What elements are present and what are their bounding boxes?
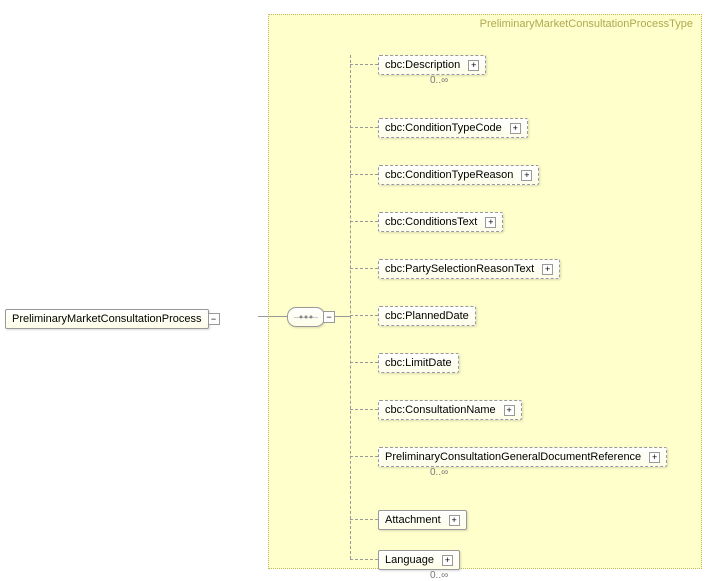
expand-icon[interactable]: + xyxy=(504,405,515,416)
element-label: cbc:ConsultationName xyxy=(385,404,496,416)
connector-branch xyxy=(350,174,378,175)
child-element[interactable]: cbc:ConditionTypeReason + xyxy=(378,165,539,185)
element-label: Attachment xyxy=(385,514,441,526)
type-container: PreliminaryMarketConsultationProcessType xyxy=(268,14,702,569)
element-label: cbc:LimitDate xyxy=(385,357,452,369)
element-label: Language xyxy=(385,554,434,566)
expand-icon[interactable]: + xyxy=(521,170,532,181)
expand-icon[interactable]: + xyxy=(485,217,496,228)
child-element[interactable]: cbc:ConditionTypeCode + xyxy=(378,118,528,138)
child-element[interactable]: Language + xyxy=(378,550,460,570)
cardinality-label: 0..∞ xyxy=(430,75,448,86)
expand-icon[interactable]: + xyxy=(510,123,521,134)
child-element[interactable]: cbc:ConsultationName + xyxy=(378,400,522,420)
child-element[interactable]: cbc:PartySelectionReasonText + xyxy=(378,259,560,279)
child-element[interactable]: cbc:ConditionsText + xyxy=(378,212,503,232)
child-element[interactable]: cbc:LimitDate xyxy=(378,353,459,373)
connector-branch xyxy=(350,127,378,128)
root-element-label: PreliminaryMarketConsultationProcess xyxy=(5,309,209,329)
connector-branch xyxy=(350,559,378,560)
connector-branch xyxy=(350,221,378,222)
cardinality-label: 0..∞ xyxy=(430,570,448,581)
connector-line xyxy=(258,316,268,317)
element-label: PreliminaryConsultationGeneralDocumentRe… xyxy=(385,451,641,463)
connector-line xyxy=(335,316,350,317)
collapse-icon[interactable]: − xyxy=(323,311,335,323)
expand-icon[interactable]: + xyxy=(542,264,553,275)
child-element[interactable]: cbc:PlannedDate xyxy=(378,306,476,326)
connector-branch xyxy=(350,64,378,65)
cardinality-label: 0..∞ xyxy=(430,467,448,478)
connector-line xyxy=(268,316,287,317)
element-label: cbc:Description xyxy=(385,59,460,71)
connector-branch xyxy=(350,362,378,363)
connector-branch xyxy=(350,519,378,520)
expand-icon[interactable]: + xyxy=(468,60,479,71)
type-label: PreliminaryMarketConsultationProcessType xyxy=(480,18,693,30)
element-label: cbc:PartySelectionReasonText xyxy=(385,263,534,275)
connector-branch xyxy=(350,409,378,410)
child-element[interactable]: PreliminaryConsultationGeneralDocumentRe… xyxy=(378,447,667,467)
connector-branch xyxy=(350,268,378,269)
expand-icon[interactable]: + xyxy=(442,555,453,566)
root-element[interactable]: PreliminaryMarketConsultationProcess − xyxy=(5,309,220,329)
connector-branch xyxy=(350,315,378,316)
element-label: cbc:PlannedDate xyxy=(385,310,469,322)
sequence-compositor[interactable] xyxy=(287,307,325,327)
element-label: cbc:ConditionTypeCode xyxy=(385,122,502,134)
connector-spine xyxy=(350,55,351,559)
element-label: cbc:ConditionsText xyxy=(385,216,477,228)
connector-branch xyxy=(350,456,378,457)
child-element[interactable]: Attachment + xyxy=(378,510,467,530)
element-label: cbc:ConditionTypeReason xyxy=(385,169,513,181)
expand-icon[interactable]: + xyxy=(649,452,660,463)
expand-icon[interactable]: + xyxy=(449,515,460,526)
child-element[interactable]: cbc:Description + xyxy=(378,55,486,75)
collapse-icon[interactable]: − xyxy=(208,313,220,325)
